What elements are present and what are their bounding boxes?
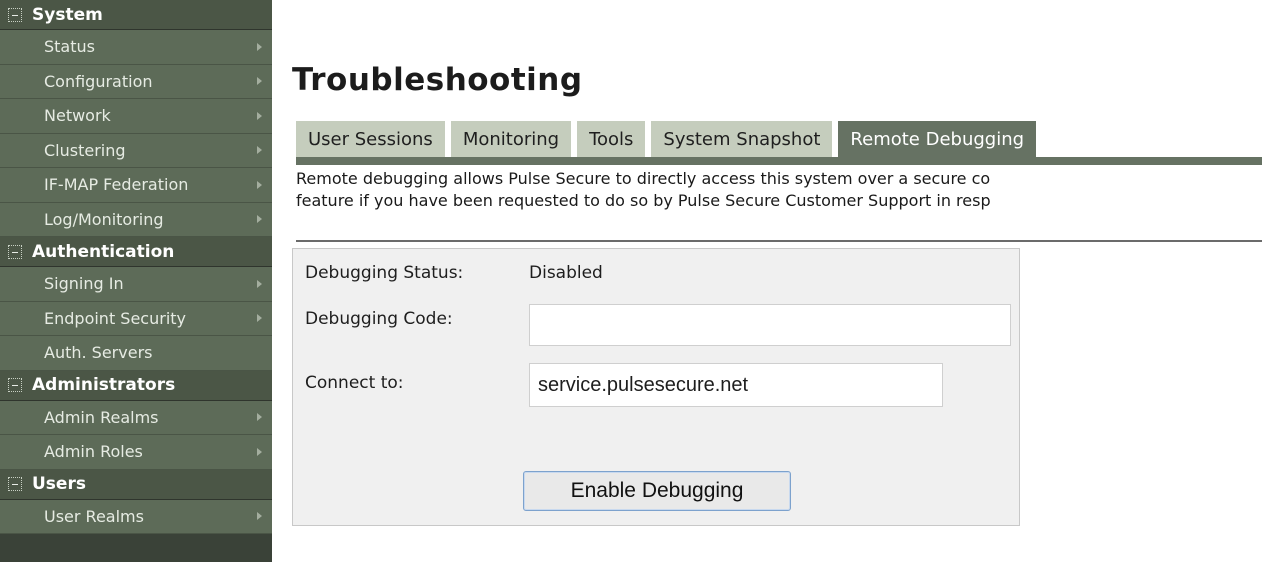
sidebar-item-label: Log/Monitoring [44,209,164,229]
collapse-icon[interactable] [8,244,22,259]
collapse-icon[interactable] [8,7,22,22]
sidebar-item-label: Signing In [44,274,124,294]
sidebar-item-label: Admin Roles [44,442,143,462]
section-header-administrators[interactable]: Administrators [0,370,272,401]
chevron-right-icon [257,77,262,86]
sidebar-item-log-monitoring[interactable]: Log/Monitoring [0,202,272,237]
sidebar-item-label: Endpoint Security [44,308,186,328]
collapse-icon[interactable] [8,378,22,392]
description: Remote debugging allows Pulse Secure to … [296,168,1262,212]
sidebar-item-label: IF-MAP Federation [44,175,189,195]
chevron-right-icon [257,447,262,456]
sidebar-item-if-map-federation[interactable]: IF-MAP Federation [0,168,272,203]
sidebar-item-auth-servers[interactable]: Auth. Servers [0,336,272,371]
chevron-right-icon [257,413,262,422]
section-header-users[interactable]: Users [0,469,272,500]
chevron-right-icon [257,111,262,120]
sidebar-item-label: Status [44,37,95,57]
description-line: Remote debugging allows Pulse Secure to … [296,169,991,188]
divider [296,240,1262,242]
section-header-system[interactable]: System [0,0,272,30]
connect-to-label: Connect to: [305,373,404,393]
sidebar-item-admin-realms[interactable]: Admin Realms [0,400,272,435]
section-title: Authentication [32,241,175,262]
tab-remote-debugging[interactable]: Remote Debugging [838,121,1037,157]
tab-underline [296,157,1262,165]
sidebar-item-label: User Realms [44,506,144,526]
tab-bar: User Sessions Monitoring Tools System Sn… [296,121,1037,157]
chevron-right-icon [257,279,262,288]
sidebar-item-label: Admin Realms [44,407,159,427]
debugging-status-value: Disabled [529,263,603,283]
sidebar-item-label: Configuration [44,71,153,91]
page-title: Troubleshooting [292,62,583,98]
debugging-code-label: Debugging Code: [305,309,453,329]
sidebar-item-clustering[interactable]: Clustering [0,133,272,168]
sidebar-nav: System Status Configuration Network Clus… [0,0,272,562]
chevron-right-icon [257,42,262,51]
tab-system-snapshot[interactable]: System Snapshot [651,121,833,157]
section-title: System [32,4,103,25]
debugging-status-label: Debugging Status: [305,263,464,283]
sidebar-item-endpoint-security[interactable]: Endpoint Security [0,301,272,336]
chevron-right-icon [257,512,262,521]
chevron-right-icon [257,146,262,155]
chevron-right-icon [257,314,262,323]
collapse-icon[interactable] [8,477,22,491]
chevron-right-icon [257,215,262,224]
section-title: Users [32,474,86,494]
description-line: feature if you have been requested to do… [296,191,991,210]
sidebar-item-admin-roles[interactable]: Admin Roles [0,435,272,470]
section-title: Administrators [32,375,176,395]
sidebar-item-label: Auth. Servers [44,343,153,363]
sidebar-item-configuration[interactable]: Configuration [0,64,272,99]
sidebar-item-label: Network [44,106,111,126]
sidebar-item-network[interactable]: Network [0,99,272,134]
tab-monitoring[interactable]: Monitoring [450,121,572,157]
section-header-authentication[interactable]: Authentication [0,237,272,267]
sidebar-item-user-realms[interactable]: User Realms [0,499,272,534]
sidebar-item-signing-in[interactable]: Signing In [0,267,272,302]
tab-user-sessions[interactable]: User Sessions [296,121,445,157]
sidebar-item-status[interactable]: Status [0,30,272,65]
debugging-code-input[interactable] [529,304,1011,346]
enable-debugging-button[interactable]: Enable Debugging [523,471,791,511]
remote-debugging-form: Debugging Status: Disabled Debugging Cod… [292,248,1020,526]
chevron-right-icon [257,180,262,189]
sidebar-item-label: Clustering [44,140,126,160]
tab-tools[interactable]: Tools [577,121,646,157]
connect-to-input[interactable] [529,363,943,407]
